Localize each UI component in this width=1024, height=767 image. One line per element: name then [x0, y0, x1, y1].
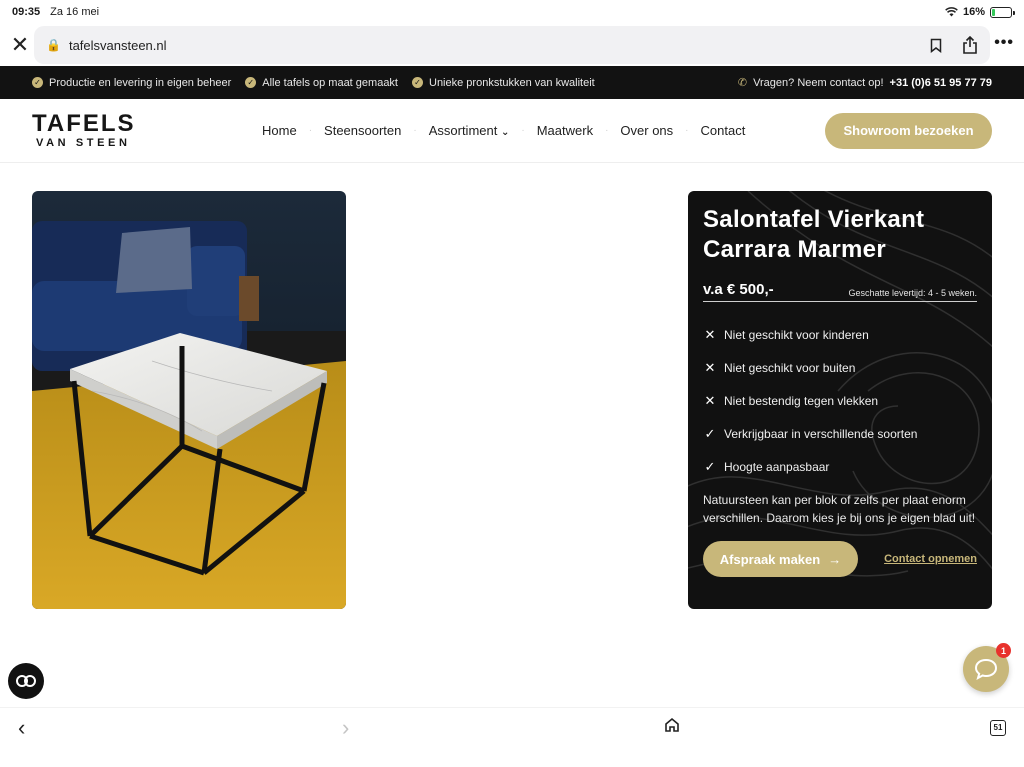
topbar-contact[interactable]: ✆ Vragen? Neem contact op! +31 (0)6 51 9…: [737, 76, 992, 90]
check-circle-icon: ✓: [412, 77, 423, 88]
contact-link[interactable]: Contact opnemen: [884, 553, 977, 565]
nav-item-assortiment[interactable]: Assortiment ⌄: [417, 123, 522, 138]
nav-item-maatwerk[interactable]: Maatwerk: [525, 123, 605, 138]
nav-item-contact[interactable]: Contact: [689, 123, 758, 138]
status-right: 16%: [945, 6, 1015, 18]
url-tools: [930, 36, 978, 54]
contact-text: Vragen? Neem contact op!: [753, 76, 884, 89]
product-title: Salontafel Vierkant Carrara Marmer: [703, 205, 977, 265]
status-bar: 09:35 Za 16 mei 16%: [0, 0, 1024, 24]
nav-item-steensoorten[interactable]: Steensoorten: [312, 123, 413, 138]
feature-list: ✕ Niet geschikt voor kinderen ✕ Niet gesch…: [703, 318, 977, 483]
feature-item: ✕ Niet geschikt voor buiten: [703, 351, 977, 384]
usp-text: Productie en levering in eigen beheer: [49, 76, 232, 89]
feature-text: Verkrijgbaar in verschillende soorten: [724, 426, 918, 441]
address-bar: ✕ 🔒 tafelsvansteen.nl •••: [0, 24, 1024, 66]
check-circle-icon: ✓: [32, 77, 43, 88]
chat-bubble-icon: [974, 658, 998, 680]
chat-button[interactable]: 1: [963, 643, 1011, 692]
phone-number[interactable]: +31 (0)6 51 95 77 79: [890, 77, 992, 89]
forward-icon[interactable]: ›: [342, 715, 349, 741]
url-field[interactable]: 🔒 tafelsvansteen.nl: [34, 26, 990, 64]
make-appointment-label: Afspraak maken: [719, 551, 821, 567]
lock-icon: 🔒: [46, 38, 61, 52]
feature-item: ✕ Niet bestendig tegen vlekken: [703, 384, 977, 417]
chevron-down-icon: ⌄: [500, 127, 510, 138]
showroom-button[interactable]: Showroom bezoeken: [825, 112, 992, 149]
accessibility-icon[interactable]: [8, 663, 44, 699]
back-icon[interactable]: ‹: [18, 715, 25, 741]
x-icon: ✕: [704, 326, 716, 342]
share-icon[interactable]: [962, 36, 978, 54]
check-icon: ✓: [704, 425, 716, 441]
product-card: Salontafel Vierkant Carrara Marmer v.a €…: [688, 191, 992, 609]
feature-text: Niet geschikt voor buiten: [724, 360, 856, 375]
make-appointment-button[interactable]: Afspraak maken →: [703, 541, 858, 577]
logo-line1: TAFELS: [32, 110, 136, 137]
x-icon: ✕: [704, 392, 716, 408]
check-circle-icon: ✓: [245, 77, 257, 88]
site-logo[interactable]: TAFELS VAN STEEN: [32, 112, 146, 149]
arrow-right-icon: →: [828, 551, 842, 567]
usp-text: Alle tafels op maat gemaakt: [262, 76, 398, 89]
feature-text: Hoogte aanpasbaar: [724, 459, 830, 474]
usp-item: ✓ Productie en levering in eigen beheer: [32, 77, 231, 89]
feature-text: Niet bestendig tegen vlekken: [724, 393, 879, 408]
feature-item: ✓ Verkrijgbaar in verschillende soorten: [703, 417, 977, 450]
product-price: v.a € 500,-: [703, 281, 774, 298]
tabs-icon[interactable]: 51: [990, 719, 1006, 736]
coffee-table-photo: [32, 191, 346, 609]
product-title-line2: Carrara Marmer: [703, 236, 886, 263]
home-icon[interactable]: [664, 717, 680, 738]
feature-item: ✓ Hoogte aanpasbaar: [703, 450, 977, 483]
logo-line2: VAN STEEN: [36, 137, 131, 149]
x-icon: ✕: [704, 359, 716, 375]
browser-toolbar: ‹ › 51: [0, 707, 1024, 747]
chat-badge: 1: [996, 643, 1011, 658]
feature-text: Niet geschikt voor kinderen: [724, 327, 869, 342]
wifi-icon: [945, 7, 958, 17]
product-description: Natuursteen kan per blok of zelfs per pl…: [703, 493, 976, 525]
product-image: [32, 191, 346, 609]
nav-item-assortiment-label: Assortiment: [428, 123, 498, 138]
feature-item: ✕ Niet geschikt voor kinderen: [703, 318, 977, 351]
nav-item-home[interactable]: Home: [250, 123, 309, 138]
usp-text: Unieke pronkstukken van kwaliteit: [429, 76, 595, 89]
usp-item: ✓ Unieke pronkstukken van kwaliteit: [412, 77, 595, 89]
more-icon[interactable]: •••: [994, 34, 1014, 52]
phone-icon: ✆: [737, 77, 748, 89]
usp-item: ✓ Alle tafels op maat gemaakt: [245, 77, 398, 89]
delivery-time: Geschatte levertijd: 4 - 5 weken.: [848, 288, 977, 298]
price-row: v.a € 500,- Geschatte levertijd: 4 - 5 w…: [703, 281, 977, 302]
url-text: tafelsvansteen.nl: [68, 37, 167, 53]
card-actions: Afspraak maken → Contact opnemen: [703, 541, 977, 577]
status-time: 09:35: [12, 6, 41, 18]
nav-item-over-ons[interactable]: Over ons: [608, 123, 685, 138]
close-icon[interactable]: ✕: [4, 29, 36, 61]
nav-menu: Home · Steensoorten · Assortiment ⌄ · Ma…: [250, 123, 757, 138]
battery-percent: 16%: [962, 6, 985, 18]
info-bar: ✓ Productie en levering in eigen beheer ✓…: [0, 66, 1024, 99]
battery-icon: [990, 6, 1015, 18]
bookmark-icon[interactable]: [930, 38, 942, 53]
main-nav: TAFELS VAN STEEN Home · Steensoorten · A…: [0, 99, 1024, 163]
product-title-line1: Salontafel Vierkant: [703, 206, 925, 233]
check-icon: ✓: [704, 458, 716, 474]
status-date: Za 16 mei: [50, 6, 100, 18]
